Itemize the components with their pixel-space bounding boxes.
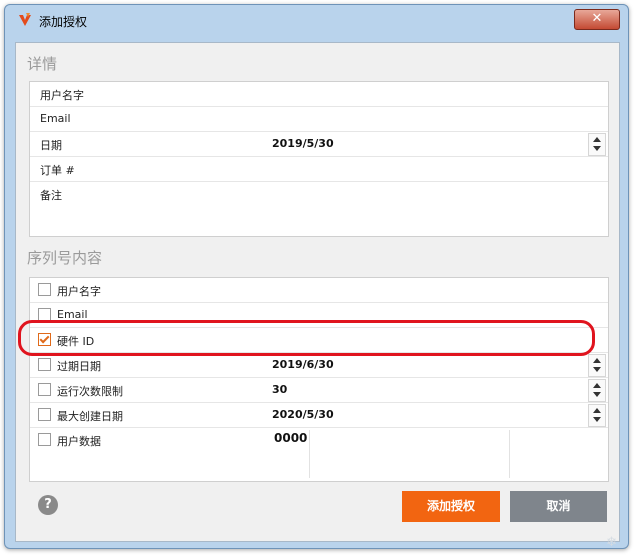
cancel-button[interactable]: 取消 [510,491,607,522]
checkbox[interactable] [38,358,51,371]
divider [509,430,510,478]
details-panel: 用户名字 Email 日期 2019/5/30 订单 # 备注 [29,81,609,237]
spin-up-icon[interactable] [593,383,601,388]
expiry-spinner[interactable] [588,354,606,377]
dialog-window: 添加授权 ✕ 详情 用户名字 Email 日期 2019/5/30 订单 # 备… [4,4,629,549]
max-create-date-value[interactable]: 2020/5/30 [272,408,334,421]
detail-row-email[interactable]: Email [30,107,608,132]
add-license-button[interactable]: 添加授权 [402,491,500,522]
window-title: 添加授权 [39,15,88,29]
spin-up-icon[interactable] [593,137,601,142]
detail-label: Email [40,112,71,125]
spin-down-icon[interactable] [593,367,601,372]
title-bar[interactable]: 添加授权 ✕ [5,5,628,35]
dialog-content: 详情 用户名字 Email 日期 2019/5/30 订单 # 备注 序列号内容 [15,42,620,542]
app-logo-icon [19,13,31,26]
detail-label: 用户名字 [40,89,84,102]
details-section-title: 详情 [27,55,58,73]
date-value[interactable]: 2019/5/30 [272,137,334,150]
spin-down-icon[interactable] [593,146,601,151]
spin-down-icon[interactable] [593,417,601,422]
serial-panel: 用户名字 Email 硬件 ID 过期日期 2019/6/30 运行次数限制 3… [29,277,609,482]
serial-row-max-create-date[interactable]: 最大创建日期 2020/5/30 [30,403,608,428]
run-limit-spinner[interactable] [588,379,606,402]
checkbox[interactable] [38,433,51,446]
serial-row-username[interactable]: 用户名字 [30,278,608,303]
detail-row-order[interactable]: 订单 # [30,157,608,182]
detail-label: 备注 [40,189,62,202]
annotation-highlight [18,320,595,356]
max-create-date-spinner[interactable] [588,404,606,427]
detail-row-date[interactable]: 日期 2019/5/30 [30,132,608,157]
user-data-value[interactable]: 0000 [274,431,307,445]
detail-label: 日期 [40,139,62,152]
serial-label: 运行次数限制 [57,385,123,398]
expiry-value[interactable]: 2019/6/30 [272,358,334,371]
serial-row-expiry[interactable]: 过期日期 2019/6/30 [30,353,608,378]
serial-label: 过期日期 [57,360,101,373]
checkbox[interactable] [38,383,51,396]
serial-label: 用户数据 [57,435,101,448]
spin-down-icon[interactable] [593,392,601,397]
serial-row-run-limit[interactable]: 运行次数限制 30 [30,378,608,403]
detail-row-username[interactable]: 用户名字 [30,82,608,107]
spin-up-icon[interactable] [593,358,601,363]
detail-row-notes[interactable]: 备注 [30,182,608,235]
serial-section-title: 序列号内容 [27,249,103,267]
serial-label: 最大创建日期 [57,410,123,423]
spin-up-icon[interactable] [593,408,601,413]
watermark-icon: ❄ [606,535,617,550]
checkbox[interactable] [38,408,51,421]
serial-label: 用户名字 [57,285,101,298]
checkbox[interactable] [38,283,51,296]
serial-row-user-data[interactable]: 用户数据 0000 [30,428,608,480]
detail-label: 订单 # [40,164,75,177]
close-button[interactable]: ✕ [574,9,620,30]
divider [309,430,310,478]
run-limit-value[interactable]: 30 [272,383,287,396]
date-spinner[interactable] [588,133,606,156]
help-icon[interactable]: ? [38,495,58,515]
